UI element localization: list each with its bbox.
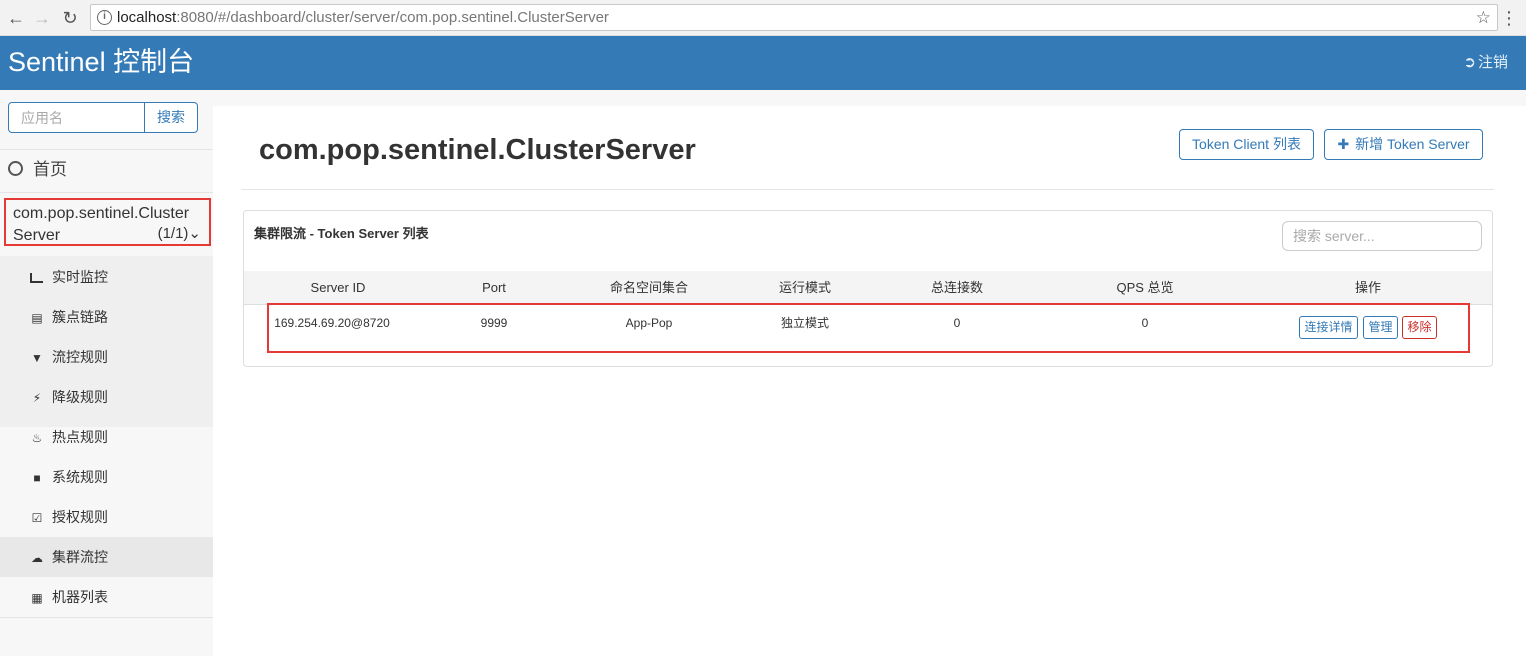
- filter-icon: ▼: [31, 351, 43, 365]
- check-icon: ☑: [31, 511, 43, 525]
- dashboard-icon: [8, 161, 23, 176]
- table-header: Server ID Port 命名空间集合 运行模式 总连接数 QPS 总览 操…: [244, 271, 1492, 305]
- connection-detail-button[interactable]: 连接详情: [1299, 316, 1358, 339]
- manage-button[interactable]: 管理: [1363, 316, 1398, 339]
- sidebar-item-hotspot-rules[interactable]: ♨ 热点规则: [0, 417, 213, 457]
- menu-label: 系统规则: [52, 469, 108, 485]
- menu-label: 实时监控: [52, 269, 108, 285]
- browser-menu-icon[interactable]: ⋮: [1500, 6, 1518, 30]
- info-icon[interactable]: i: [97, 10, 112, 25]
- cell-qps: 0: [1141, 316, 1149, 330]
- url-path: :8080/#/dashboard/cluster/server/com.pop…: [176, 9, 609, 26]
- col-mode: 运行模式: [778, 280, 832, 295]
- cell-port: 9999: [480, 316, 508, 330]
- col-actions: 操作: [1354, 280, 1382, 295]
- table-row: [267, 303, 1470, 353]
- menu-label: 机器列表: [52, 589, 108, 605]
- browser-toolbar: ← → ↻ i localhost:8080/#/dashboard/clust…: [0, 0, 1526, 36]
- divider: [0, 149, 213, 150]
- main-content: com.pop.sentinel.ClusterServer Token Cli…: [213, 90, 1526, 656]
- col-qps: QPS 总览: [1116, 280, 1174, 295]
- sidebar-item-authority-rules[interactable]: ☑ 授权规则: [0, 497, 213, 537]
- divider: [0, 617, 213, 618]
- logout-icon: ➲: [1463, 54, 1476, 71]
- sidebar-item-machine-list[interactable]: ▦ 机器列表: [0, 577, 213, 617]
- app-count-text: (1/1): [157, 225, 189, 242]
- brand-title[interactable]: Sentinel 控制台: [8, 45, 194, 79]
- token-client-list-button[interactable]: Token Client 列表: [1179, 129, 1314, 160]
- app-name-line1: com.pop.sentinel.Cluster: [13, 205, 190, 222]
- app-name-line2: Server: [13, 227, 61, 244]
- main-top-strip: [213, 90, 1526, 106]
- fire-icon: ♨: [31, 431, 43, 445]
- menu-label: 降级规则: [52, 389, 108, 405]
- sidebar-item-flow-rules[interactable]: ▼ 流控规则: [0, 337, 213, 377]
- sidebar-item-realtime-monitor[interactable]: 实时监控: [0, 257, 213, 297]
- lock-icon: ■: [33, 471, 41, 485]
- col-connections: 总连接数: [930, 280, 984, 295]
- bar-chart-icon: [30, 273, 43, 283]
- sidebar-item-resource-chain[interactable]: ▤ 簇点链路: [0, 297, 213, 337]
- forward-icon[interactable]: →: [30, 6, 54, 30]
- app-entry-highlighted[interactable]: com.pop.sentinel.Cluster Server (1/1)⌄: [4, 198, 211, 246]
- cell-server-id: 169.254.69.20@8720: [274, 316, 390, 330]
- app-search: 搜索: [8, 102, 198, 133]
- cloud-icon: ☁: [31, 551, 43, 565]
- menu-label: 集群流控: [52, 549, 108, 565]
- sidebar: 搜索 首页 com.pop.sentinel.Cluster Server (1…: [0, 90, 213, 656]
- app-header: Sentinel 控制台 ➲ 注销: [0, 36, 1526, 90]
- sidebar-item-system-rules[interactable]: ■ 系统规则: [0, 457, 213, 497]
- logout-link[interactable]: ➲ 注销: [1463, 54, 1508, 72]
- col-server-id: Server ID: [310, 280, 366, 295]
- list-icon: ▤: [31, 311, 43, 325]
- app-machine-count: (1/1)⌄: [158, 225, 201, 243]
- add-token-server-button[interactable]: ✚ 新增 Token Server: [1324, 129, 1483, 160]
- sidebar-item-home[interactable]: 首页: [8, 160, 67, 180]
- cell-connections: 0: [953, 316, 961, 330]
- remove-button[interactable]: 移除: [1402, 316, 1437, 339]
- home-label: 首页: [33, 160, 67, 179]
- sidebar-item-degrade-rules[interactable]: ⚡ 降级规则: [0, 377, 213, 417]
- star-icon[interactable]: ☆: [1476, 5, 1491, 30]
- sidebar-item-cluster-flow[interactable]: ☁ 集群流控: [0, 537, 213, 577]
- panel-title: 集群限流 - Token Server 列表: [254, 226, 429, 241]
- col-namespaces: 命名空间集合: [609, 280, 689, 295]
- chevron-down-icon[interactable]: ⌄: [188, 225, 201, 242]
- server-search-input[interactable]: [1282, 221, 1482, 251]
- token-server-panel: 集群限流 - Token Server 列表 Server ID Port 命名…: [243, 210, 1493, 367]
- col-port: Port: [482, 280, 506, 295]
- plus-icon: ✚: [1337, 136, 1350, 152]
- reload-icon[interactable]: ↻: [58, 6, 82, 30]
- cell-mode: 独立模式: [780, 316, 830, 330]
- grid-list-icon: ▦: [31, 591, 43, 605]
- app-search-button[interactable]: 搜索: [145, 102, 198, 133]
- menu-label: 授权规则: [52, 509, 108, 525]
- cell-namespaces: App-Pop: [625, 316, 673, 330]
- menu-label: 热点规则: [52, 429, 108, 445]
- address-bar[interactable]: i localhost:8080/#/dashboard/cluster/ser…: [90, 4, 1498, 31]
- flash-icon: ⚡: [32, 391, 42, 405]
- url-host: localhost: [117, 9, 177, 26]
- divider: [241, 189, 1494, 190]
- app-search-input[interactable]: [8, 102, 145, 133]
- add-token-server-label: 新增 Token Server: [1355, 136, 1470, 152]
- menu-label: 簇点链路: [52, 309, 108, 325]
- page-title: com.pop.sentinel.ClusterServer: [259, 134, 696, 166]
- back-icon[interactable]: ←: [4, 6, 28, 30]
- logout-label: 注销: [1477, 54, 1508, 71]
- divider: [0, 192, 213, 193]
- menu-label: 流控规则: [52, 349, 108, 365]
